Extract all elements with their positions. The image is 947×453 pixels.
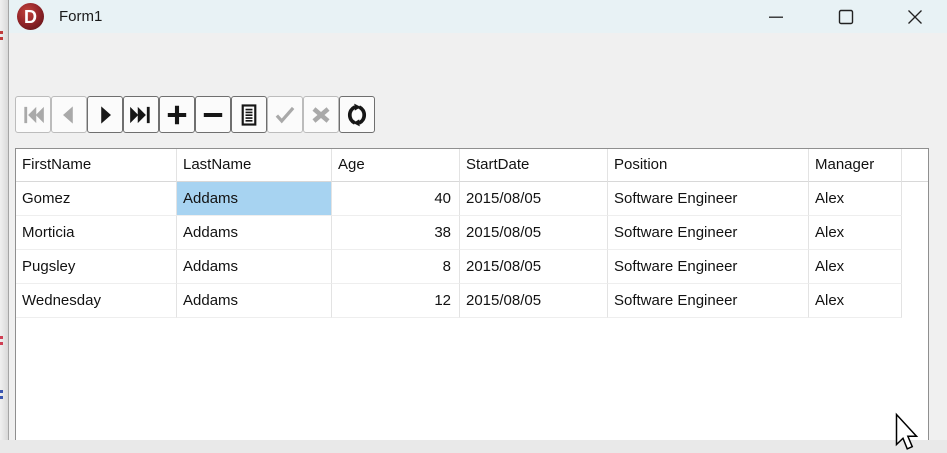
table-row: Wednesday Addams 12 2015/08/05 Software … (16, 284, 928, 318)
background-artifact (0, 336, 3, 339)
grid-cell[interactable]: Addams (177, 284, 332, 318)
last-record-button[interactable] (123, 96, 159, 133)
insert-record-button[interactable] (159, 96, 195, 133)
column-header-firstname[interactable]: FirstName (16, 149, 177, 182)
grid-cell[interactable]: Alex (809, 284, 902, 318)
grid-cell[interactable]: 8 (332, 250, 460, 284)
last-record-icon (128, 102, 154, 128)
titlebar[interactable]: D Form1 (9, 0, 947, 33)
post-edit-button[interactable] (267, 96, 303, 133)
grid-cell[interactable]: Addams (177, 216, 332, 250)
delete-record-button[interactable] (195, 96, 231, 133)
minimize-button[interactable] (741, 0, 811, 33)
background-artifact (0, 390, 3, 393)
column-header-position[interactable]: Position (608, 149, 809, 182)
window-title: Form1 (59, 0, 102, 33)
close-icon (907, 9, 923, 25)
data-grid: FirstName LastName Age StartDate Positio… (15, 148, 929, 440)
cancel-edit-button[interactable] (303, 96, 339, 133)
edit-record-icon (236, 102, 262, 128)
next-record-button[interactable] (87, 96, 123, 133)
column-header-startdate[interactable]: StartDate (460, 149, 608, 182)
table-row: Pugsley Addams 8 2015/08/05 Software Eng… (16, 250, 928, 284)
grid-cell[interactable]: Software Engineer (608, 250, 809, 284)
grid-cell[interactable]: Alex (809, 250, 902, 284)
maximize-button[interactable] (811, 0, 881, 33)
prior-record-icon (56, 102, 82, 128)
db-navigator (15, 96, 375, 133)
grid-cell-filler (902, 182, 928, 216)
refresh-button[interactable] (339, 96, 375, 133)
table-row: Morticia Addams 38 2015/08/05 Software E… (16, 216, 928, 250)
grid-cell-filler (902, 250, 928, 284)
table-row: Gomez Addams 40 2015/08/05 Software Engi… (16, 182, 928, 216)
first-record-icon (20, 102, 46, 128)
background-artifact (0, 342, 3, 345)
form-window: D Form1 (8, 0, 947, 440)
grid-cell-filler (902, 216, 928, 250)
maximize-icon (838, 9, 854, 25)
post-edit-icon (272, 102, 298, 128)
grid-cell[interactable]: 38 (332, 216, 460, 250)
refresh-icon (344, 102, 370, 128)
grid-cell[interactable]: Alex (809, 216, 902, 250)
grid-cell[interactable]: Pugsley (16, 250, 177, 284)
grid-cell[interactable]: 2015/08/05 (460, 284, 608, 318)
grid-cell[interactable]: 2015/08/05 (460, 182, 608, 216)
close-button[interactable] (881, 0, 947, 33)
grid-cell-selected[interactable]: Addams (177, 182, 332, 216)
grid-cell[interactable]: Alex (809, 182, 902, 216)
first-record-button[interactable] (15, 96, 51, 133)
delete-record-icon (200, 102, 226, 128)
grid-cell-filler (902, 284, 928, 318)
background-window-strip (0, 0, 8, 440)
edit-record-button[interactable] (231, 96, 267, 133)
cancel-edit-icon (308, 102, 334, 128)
grid-cell[interactable]: Software Engineer (608, 284, 809, 318)
grid-cell[interactable]: Wednesday (16, 284, 177, 318)
column-header-age[interactable]: Age (332, 149, 460, 182)
grid-header-row: FirstName LastName Age StartDate Positio… (16, 149, 928, 182)
prior-record-button[interactable] (51, 96, 87, 133)
background-artifact (0, 396, 3, 399)
delphi-app-icon: D (17, 3, 44, 30)
grid-cell[interactable]: 2015/08/05 (460, 250, 608, 284)
next-record-icon (92, 102, 118, 128)
grid-cell[interactable]: Gomez (16, 182, 177, 216)
background-artifact (0, 31, 3, 34)
grid-cell[interactable]: Software Engineer (608, 182, 809, 216)
background-artifact (0, 37, 3, 40)
minimize-icon (768, 9, 784, 25)
column-header-lastname[interactable]: LastName (177, 149, 332, 182)
grid-cell[interactable]: Software Engineer (608, 216, 809, 250)
grid-cell[interactable]: 40 (332, 182, 460, 216)
column-header-manager[interactable]: Manager (809, 149, 902, 182)
insert-record-icon (164, 102, 190, 128)
grid-cell[interactable]: 12 (332, 284, 460, 318)
grid-cell[interactable]: Morticia (16, 216, 177, 250)
grid-cell[interactable]: Addams (177, 250, 332, 284)
column-header-filler (902, 149, 928, 182)
grid-cell[interactable]: 2015/08/05 (460, 216, 608, 250)
